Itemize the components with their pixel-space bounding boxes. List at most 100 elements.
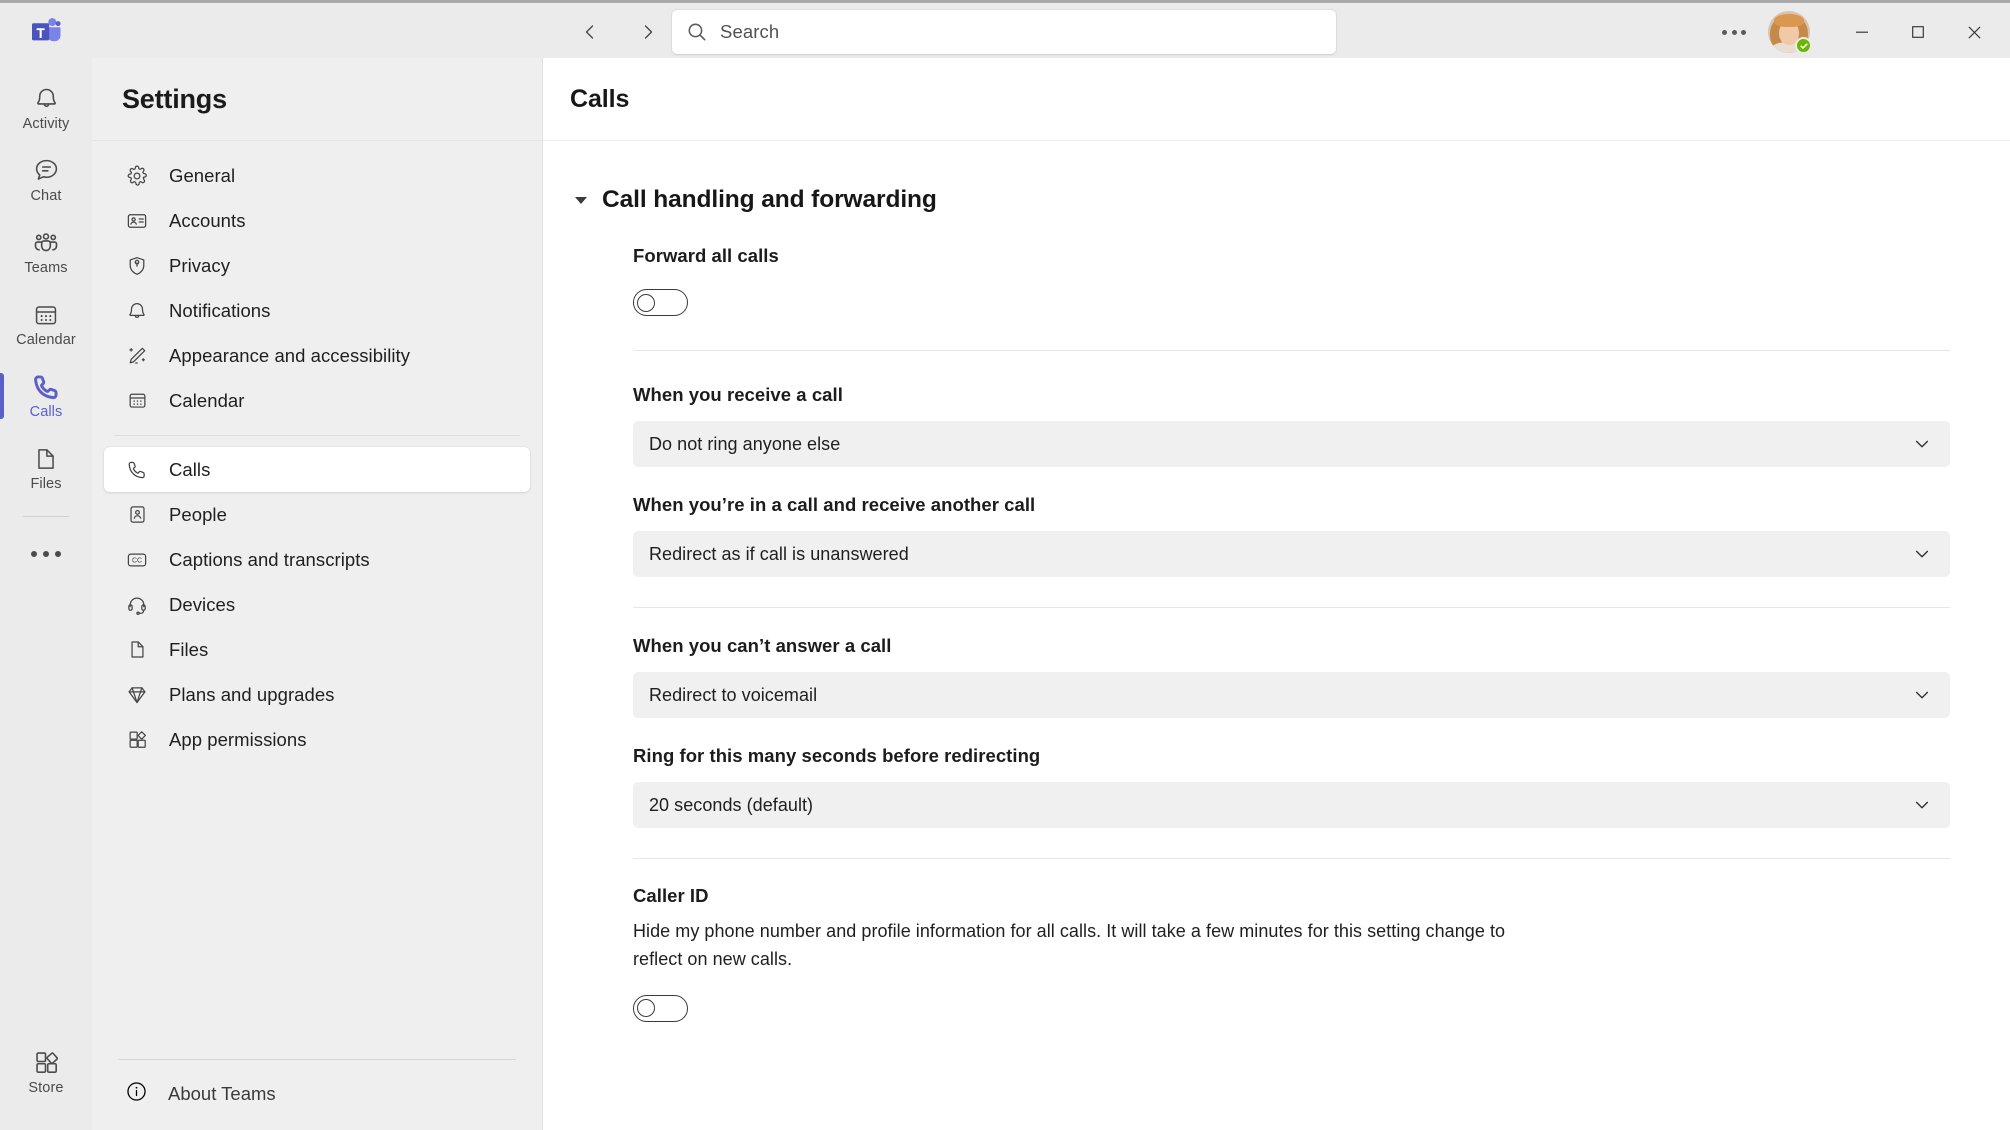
caller-id-toggle[interactable] — [633, 994, 688, 1022]
settings-nav-accounts[interactable]: Accounts — [104, 198, 530, 243]
settings-header: Settings — [92, 58, 542, 141]
dropdown-value: Do not ring anyone else — [649, 433, 841, 454]
settings-nav-plans-and-upgrades[interactable]: Plans and upgrades — [104, 672, 530, 717]
rail-item-chat[interactable]: Chat — [0, 144, 92, 216]
settings-nav-general[interactable]: General — [104, 153, 530, 198]
caller-id-group: Caller ID Hide my phone number and profi… — [633, 885, 1950, 1022]
person-card-icon — [125, 503, 149, 527]
rail-label-files: Files — [30, 475, 62, 492]
settings-nav-label: Appearance and accessibility — [169, 344, 411, 366]
search-bar[interactable]: Search — [672, 10, 1336, 54]
settings-nav-calls[interactable]: Calls — [104, 447, 530, 492]
forward-all-calls-group: Forward all calls — [633, 245, 1950, 316]
navigation-arrows — [570, 3, 668, 61]
dropdown-label: When you’re in a call and receive anothe… — [633, 494, 1036, 515]
rail-item-calendar[interactable]: Calendar — [0, 288, 92, 360]
main-content: Calls Call handling and forwarding Forwa… — [543, 58, 2010, 1130]
maximize-icon — [1912, 26, 1924, 38]
chevron-down-icon — [1912, 795, 1932, 815]
settings-nav-notifications[interactable]: Notifications — [104, 288, 530, 333]
user-avatar-button[interactable] — [1768, 11, 1812, 54]
when-in-call-receive-another-dropdown[interactable]: Redirect as if call is unanswered — [633, 531, 1950, 577]
rail-item-calls[interactable]: Calls — [0, 360, 92, 432]
when-cant-answer-a-call-group: When you can’t answer a call Redirect to… — [633, 635, 1950, 718]
minimize-button[interactable] — [1834, 3, 1890, 61]
ring-seconds-before-redirecting-dropdown[interactable]: 20 seconds (default) — [633, 782, 1950, 828]
teams-icon — [32, 229, 60, 257]
settings-nav-calendar[interactable]: Calendar — [104, 378, 530, 423]
app-logo — [0, 17, 92, 45]
more-options-button[interactable] — [1710, 10, 1758, 54]
rail-label-activity: Activity — [22, 115, 70, 132]
phone-icon — [32, 373, 60, 401]
title-bar: Search — [0, 0, 2010, 58]
about-teams-label: About Teams — [168, 1083, 276, 1104]
headset-icon — [125, 593, 149, 617]
chevron-left-icon — [585, 25, 594, 39]
when-cant-answer-a-call-dropdown[interactable]: Redirect to voicemail — [633, 672, 1950, 718]
settings-nav-label: Accounts — [169, 209, 246, 231]
chevron-down-icon — [575, 196, 587, 204]
caller-id-description: Hide my phone number and profile informa… — [633, 921, 1506, 969]
ellipsis-icon — [1722, 29, 1746, 35]
forward-all-calls-toggle[interactable] — [633, 289, 688, 316]
dropdown-value: 20 seconds (default) — [649, 794, 814, 815]
app-body: Activity Chat Teams Calendar Calls Files… — [0, 58, 2010, 1130]
forward-all-calls-label: Forward all calls — [633, 245, 779, 266]
page-title: Calls — [570, 84, 630, 113]
settings-nav-label: Notifications — [169, 299, 271, 321]
titlebar-right-controls — [1710, 3, 2010, 61]
settings-nav-list: General Accounts Privacy Notifications A… — [92, 141, 542, 1059]
search-icon — [688, 23, 706, 41]
divider-2 — [633, 607, 1950, 608]
rail-item-activity[interactable]: Activity — [0, 72, 92, 144]
microsoft-teams-logo — [32, 17, 61, 41]
status-badge-available — [1795, 37, 1812, 54]
settings-nav-divider — [114, 435, 520, 436]
section-title: Call handling and forwarding — [602, 186, 937, 213]
dropdown-value: Redirect as if call is unanswered — [649, 543, 909, 564]
chevron-right-icon — [644, 25, 653, 39]
phone-icon — [125, 458, 149, 482]
rail-item-teams[interactable]: Teams — [0, 216, 92, 288]
call-handling-body: Forward all calls When you receive a cal… — [543, 245, 2010, 1022]
about-teams-button[interactable]: About Teams — [104, 1070, 530, 1118]
settings-nav-label: People — [169, 503, 227, 525]
section-header-call-handling[interactable]: Call handling and forwarding — [575, 186, 2010, 214]
when-you-receive-a-call-dropdown[interactable]: Do not ring anyone else — [633, 421, 1950, 467]
rail-more-apps-button[interactable] — [0, 523, 92, 585]
settings-nav-appearance-and-accessibility[interactable]: Appearance and accessibility — [104, 333, 530, 378]
content-scroll-area[interactable]: Call handling and forwarding Forward all… — [543, 141, 2010, 1130]
diamond-icon — [125, 683, 149, 707]
settings-nav-label: Calendar — [169, 389, 245, 411]
calendar-icon — [125, 389, 149, 413]
magic-wand-icon — [125, 344, 149, 368]
footer-divider — [118, 1059, 516, 1060]
rail-divider — [23, 516, 69, 517]
divider-3 — [633, 858, 1950, 859]
back-button[interactable] — [570, 12, 610, 52]
file-icon — [125, 638, 149, 662]
rail-label-calendar: Calendar — [16, 331, 76, 348]
close-button[interactable] — [1946, 3, 2002, 61]
search-input-placeholder: Search — [720, 21, 780, 42]
settings-nav-privacy[interactable]: Privacy — [104, 243, 530, 288]
settings-nav-label: Plans and upgrades — [169, 683, 335, 705]
settings-nav-files[interactable]: Files — [104, 627, 530, 672]
shield-lock-icon — [125, 254, 149, 278]
caller-id-label: Caller ID — [633, 885, 709, 906]
settings-nav-captions-and-transcripts[interactable]: CC Captions and transcripts — [104, 537, 530, 582]
settings-nav-devices[interactable]: Devices — [104, 582, 530, 627]
calendar-icon — [33, 301, 59, 329]
closed-caption-icon: CC — [125, 548, 149, 572]
rail-label-calls: Calls — [29, 403, 63, 420]
settings-nav-app-permissions[interactable]: App permissions — [104, 717, 530, 762]
dropdown-label: When you receive a call — [633, 384, 843, 405]
settings-nav-people[interactable]: People — [104, 492, 530, 537]
forward-button[interactable] — [628, 12, 668, 52]
rail-label-chat: Chat — [30, 187, 62, 204]
rail-item-store[interactable]: Store — [0, 1036, 92, 1108]
chevron-down-icon — [1912, 434, 1932, 454]
maximize-button[interactable] — [1890, 3, 1946, 61]
rail-item-files[interactable]: Files — [0, 432, 92, 504]
